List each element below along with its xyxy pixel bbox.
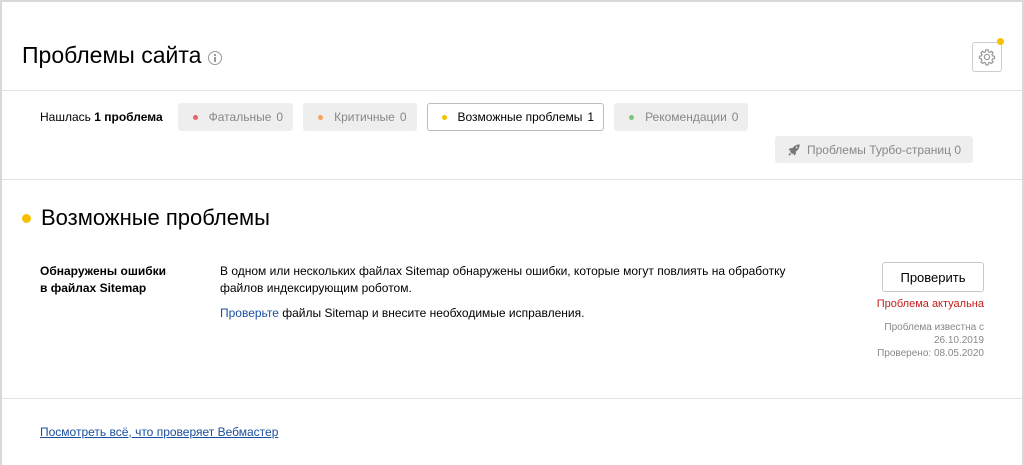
filter-bar: Нашлась 1 проблема Фатальные 0 Критичные… [40, 103, 758, 131]
filter-chip-recommendations[interactable]: Рекомендации 0 [614, 103, 749, 131]
issue-description: В одном или нескольких файлах Sitemap об… [220, 264, 786, 295]
section-header: Возможные проблемы [22, 205, 270, 231]
possible-dot-icon [22, 213, 31, 223]
possible-dot-icon [441, 114, 447, 120]
page-header: Проблемы сайта [22, 42, 223, 69]
section-title: Возможные проблемы [41, 205, 270, 230]
page-frame [0, 0, 1024, 465]
issue-name: Обнаружены ошибки в файлах Sitemap [40, 264, 167, 295]
check-sitemap-link[interactable]: Проверьте [220, 306, 279, 320]
issue-status: Проблема актуальна [876, 298, 984, 310]
filter-chip-fatal[interactable]: Фатальные 0 [177, 103, 294, 131]
notification-dot [997, 38, 1004, 45]
page-title: Проблемы сайта [22, 42, 202, 68]
issue-action-text: Проверьте файлы Sitemap и внесите необхо… [220, 306, 585, 320]
check-button[interactable]: Проверить [882, 262, 984, 292]
webmaster-checks-link[interactable]: Посмотреть всё, что проверяет Вебмастер [40, 425, 278, 439]
footer-divider [2, 398, 1022, 399]
gear-icon [978, 49, 996, 66]
found-count-text: Нашлась 1 проблема [40, 110, 163, 124]
header-divider [2, 90, 1022, 91]
filter-chip-turbo[interactable]: Проблемы Турбо-страниц 0 [775, 136, 974, 163]
issue-meta: Проблема известна с 26.10.2019 Проверено… [877, 322, 984, 359]
info-icon[interactable] [208, 50, 223, 65]
filters-divider [2, 179, 1022, 180]
filter-chip-possible[interactable]: Возможные проблемы 1 [426, 103, 605, 131]
fatal-dot-icon [192, 114, 198, 120]
critical-dot-icon [318, 114, 324, 120]
settings-button[interactable] [972, 42, 1002, 72]
recommendation-dot-icon [629, 114, 635, 120]
filter-chip-critical[interactable]: Критичные 0 [303, 103, 417, 131]
rocket-icon [788, 143, 800, 156]
